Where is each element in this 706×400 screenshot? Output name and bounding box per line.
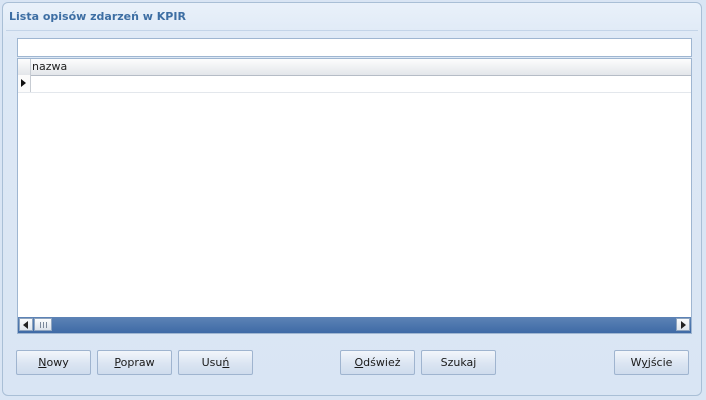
data-grid[interactable]: nazwa — [17, 58, 692, 334]
exit-button[interactable]: Wyjście — [614, 350, 689, 375]
scrollbar-thumb[interactable] — [34, 318, 52, 331]
delete-button[interactable]: Usuń — [178, 350, 253, 375]
row-indicator-icon — [21, 79, 26, 87]
row-selector[interactable] — [18, 75, 31, 92]
grid-header-corner — [18, 59, 31, 75]
scroll-left-button[interactable] — [19, 318, 33, 331]
search-input[interactable] — [17, 38, 692, 57]
grip-line — [40, 322, 41, 328]
search-button[interactable]: Szukaj — [421, 350, 496, 375]
scroll-right-button[interactable] — [676, 318, 690, 331]
new-button[interactable]: Nowy — [16, 350, 91, 375]
grip-line — [46, 322, 47, 328]
edit-button[interactable]: Popraw — [97, 350, 172, 375]
refresh-button[interactable]: Odśwież — [340, 350, 415, 375]
title-separator — [6, 30, 698, 31]
arrow-right-icon — [681, 321, 686, 329]
panel-title: Lista opisów zdarzeń w KPIR — [9, 10, 186, 23]
arrow-left-icon — [23, 321, 28, 329]
column-header-nazwa[interactable]: nazwa — [31, 59, 67, 75]
table-row[interactable] — [18, 75, 691, 93]
grip-line — [43, 322, 44, 328]
grid-header: nazwa — [18, 59, 691, 76]
horizontal-scrollbar[interactable] — [18, 317, 691, 333]
